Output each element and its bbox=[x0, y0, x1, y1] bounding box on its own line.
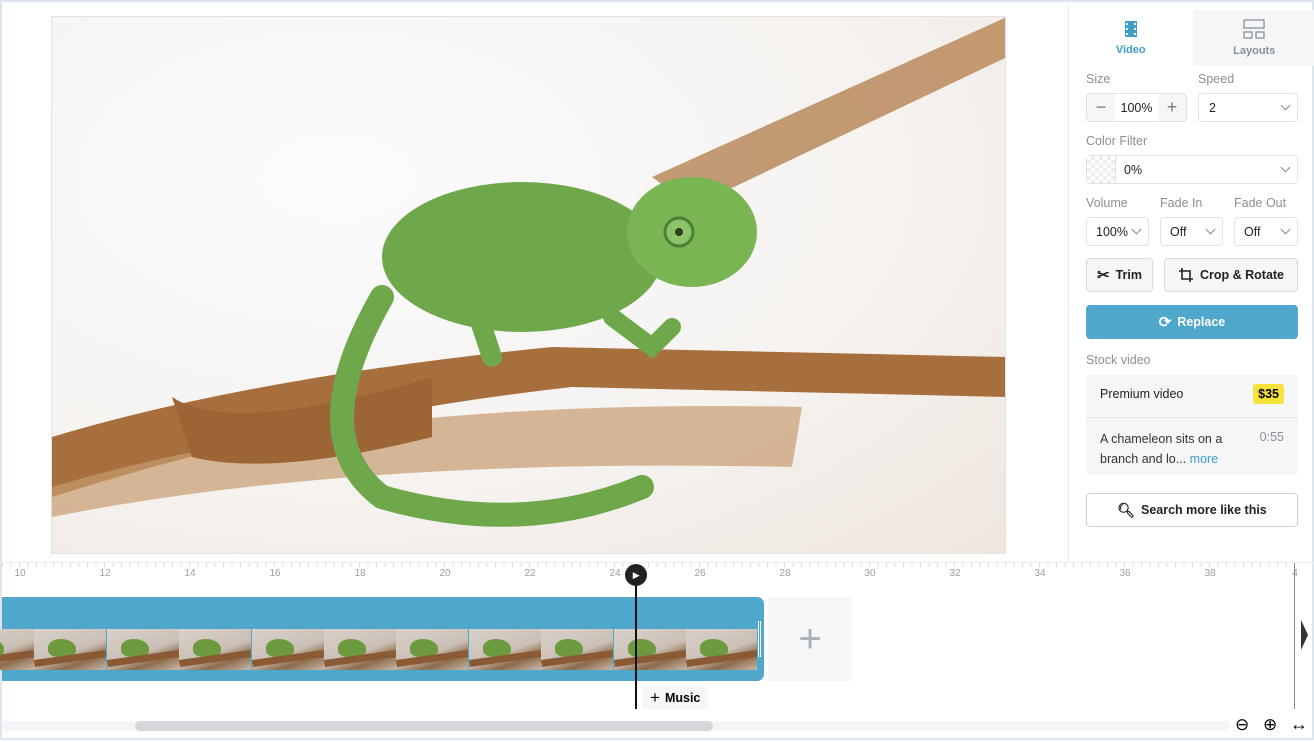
color-filter-label: Color Filter bbox=[1086, 134, 1147, 148]
properties-panel: Video Layouts Size Speed − 100% + 2 Colo… bbox=[1068, 2, 1314, 562]
clip-thumbnail bbox=[324, 629, 396, 670]
crop-rotate-button[interactable]: Crop & Rotate bbox=[1164, 258, 1298, 292]
clip-thumbnail bbox=[0, 629, 34, 670]
tick-label: 20 bbox=[439, 568, 450, 579]
fade-out-select[interactable]: Off bbox=[1234, 217, 1298, 246]
speed-label: Speed bbox=[1198, 72, 1234, 86]
refresh-icon: ⟳ bbox=[1159, 313, 1172, 331]
timeline-end-marker bbox=[1294, 563, 1295, 709]
clip-thumbnail bbox=[686, 629, 757, 670]
color-swatch bbox=[1087, 156, 1116, 183]
clip-thumbnail bbox=[541, 629, 613, 670]
tick-label: 16 bbox=[269, 568, 280, 579]
crop-label: Crop & Rotate bbox=[1200, 268, 1284, 282]
scrollbar-thumb[interactable] bbox=[135, 721, 713, 731]
plus-icon: + bbox=[650, 688, 660, 708]
replace-label: Replace bbox=[1177, 315, 1225, 329]
horizontal-scrollbar[interactable] bbox=[2, 721, 1230, 731]
tick-label: 36 bbox=[1119, 568, 1130, 579]
music-label: Music bbox=[665, 691, 700, 705]
tick-label: 12 bbox=[99, 568, 110, 579]
tick-label: 24 bbox=[609, 568, 620, 579]
fade-out-value: Off bbox=[1244, 225, 1260, 239]
film-icon bbox=[1124, 20, 1138, 38]
clip-resize-handle[interactable] bbox=[758, 621, 761, 657]
volume-label: Volume bbox=[1086, 196, 1128, 210]
color-filter-value: 0% bbox=[1116, 163, 1142, 177]
volume-value: 100% bbox=[1096, 225, 1128, 239]
size-value[interactable]: 100% bbox=[1115, 94, 1158, 121]
tab-layouts-label: Layouts bbox=[1233, 45, 1275, 57]
clip-thumbnail bbox=[396, 629, 468, 670]
premium-label: Premium video bbox=[1100, 387, 1183, 401]
chevron-down-icon bbox=[1281, 101, 1291, 111]
add-music-button[interactable]: + Music bbox=[642, 687, 708, 709]
stock-description: A chameleon sits on a branch and lo... m… bbox=[1100, 429, 1230, 469]
increase-size-button[interactable]: + bbox=[1158, 97, 1186, 118]
tick-label: 32 bbox=[949, 568, 960, 579]
volume-select[interactable]: 100% bbox=[1086, 217, 1149, 246]
tick-label: 22 bbox=[524, 568, 535, 579]
speed-select[interactable]: 2 bbox=[1198, 93, 1298, 122]
tab-video-label: Video bbox=[1116, 44, 1146, 56]
tick-label: 34 bbox=[1034, 568, 1045, 579]
tick-label: 30 bbox=[864, 568, 875, 579]
chevron-down-icon bbox=[1132, 225, 1142, 235]
fade-in-label: Fade In bbox=[1160, 196, 1202, 210]
crop-icon bbox=[1178, 267, 1194, 283]
stock-video-label: Stock video bbox=[1086, 353, 1151, 367]
tick-label: 14 bbox=[184, 568, 195, 579]
video-clip[interactable] bbox=[2, 597, 764, 681]
tick-label: 10 bbox=[14, 568, 25, 579]
tick-label: 18 bbox=[354, 568, 365, 579]
stock-video-card: Premium video $35 A chameleon sits on a … bbox=[1086, 375, 1298, 475]
speed-value: 2 bbox=[1209, 101, 1216, 115]
tick-label: 28 bbox=[779, 568, 790, 579]
search-icon: 🔍︎ bbox=[1117, 502, 1135, 519]
timeline[interactable]: 1012141618202224262830323436384 + ▶ +Mus… bbox=[2, 562, 1314, 742]
fit-width-icon[interactable]: ↔ bbox=[1290, 714, 1308, 735]
zoom-in-icon[interactable]: ⊕ bbox=[1263, 715, 1277, 735]
scroll-right-arrow-icon[interactable] bbox=[1301, 620, 1308, 650]
scissors-icon: ✂ bbox=[1097, 266, 1110, 284]
trim-label: Trim bbox=[1116, 268, 1142, 282]
tick-label: 38 bbox=[1204, 568, 1215, 579]
zoom-out-icon[interactable]: ⊖ bbox=[1235, 715, 1249, 735]
tab-layouts[interactable]: Layouts bbox=[1193, 10, 1314, 66]
chevron-down-icon bbox=[1281, 225, 1291, 235]
search-more-button[interactable]: 🔍︎ Search more like this bbox=[1086, 493, 1298, 527]
tick-label: 26 bbox=[694, 568, 705, 579]
fade-in-select[interactable]: Off bbox=[1160, 217, 1223, 246]
tab-video[interactable]: Video bbox=[1069, 10, 1193, 66]
clip-thumbnail bbox=[107, 629, 179, 670]
layout-icon bbox=[1243, 19, 1265, 39]
chevron-down-icon bbox=[1206, 225, 1216, 235]
clip-thumbnail bbox=[34, 629, 106, 670]
clip-thumbnail bbox=[252, 629, 324, 670]
color-filter-select[interactable]: 0% bbox=[1086, 155, 1298, 184]
add-clip-button[interactable]: + bbox=[768, 597, 852, 681]
clip-thumbnail bbox=[469, 629, 541, 670]
fade-out-label: Fade Out bbox=[1234, 196, 1286, 210]
replace-button[interactable]: ⟳ Replace bbox=[1086, 305, 1298, 339]
clip-thumbnail bbox=[179, 629, 251, 670]
play-icon[interactable]: ▶ bbox=[625, 564, 647, 586]
chevron-down-icon bbox=[1281, 163, 1291, 173]
size-label: Size bbox=[1086, 72, 1110, 86]
chameleon-video-frame bbox=[52, 17, 1006, 554]
price-badge: $35 bbox=[1253, 384, 1284, 404]
playhead-line bbox=[635, 586, 637, 709]
size-stepper[interactable]: − 100% + bbox=[1086, 93, 1187, 122]
decrease-size-button[interactable]: − bbox=[1087, 97, 1115, 118]
fade-in-value: Off bbox=[1170, 225, 1186, 239]
duration: 0:55 bbox=[1260, 430, 1284, 444]
more-link[interactable]: more bbox=[1190, 452, 1218, 466]
time-ruler[interactable]: 1012141618202224262830323436384 bbox=[2, 563, 1296, 587]
trim-button[interactable]: ✂ Trim bbox=[1086, 258, 1153, 292]
search-more-label: Search more like this bbox=[1141, 503, 1267, 517]
video-preview bbox=[51, 16, 1006, 554]
